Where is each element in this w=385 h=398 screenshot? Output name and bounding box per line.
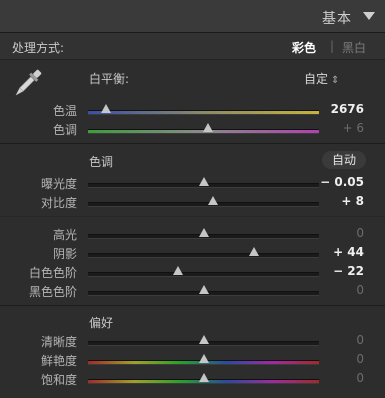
contrast-thumb[interactable] — [207, 196, 218, 205]
shadows-slider-row: 阴影 + 44 — [0, 243, 385, 263]
temp-track[interactable] — [88, 110, 319, 115]
white-balance-select[interactable]: 自定 ⇕ — [304, 70, 339, 87]
shadows-track[interactable] — [88, 253, 319, 258]
eyedropper-icon[interactable] — [12, 66, 42, 102]
temp-thumb[interactable] — [101, 104, 112, 113]
clarity-label: 清晰度 — [40, 335, 77, 349]
tint-slider-row: 色调 + 6 — [0, 119, 385, 139]
subsection-divider — [0, 216, 385, 217]
auto-tone-button[interactable]: 自动 — [322, 151, 366, 169]
clarity-slider-row: 清晰度 0 — [0, 331, 385, 351]
exposure-thumb[interactable] — [198, 177, 209, 186]
tint-thumb[interactable] — [203, 123, 214, 132]
temp-label: 色温 — [52, 104, 77, 118]
vibrance-thumb[interactable] — [198, 354, 209, 363]
saturation-thumb[interactable] — [198, 373, 209, 382]
shadows-label: 阴影 — [52, 247, 77, 261]
temp-slider-row: 色温 2676 — [0, 100, 385, 120]
tint-value[interactable]: + 6 — [342, 121, 364, 135]
blacks-value[interactable]: 0 — [356, 283, 364, 297]
whites-slider-row: 白色色阶 − 22 — [0, 262, 385, 282]
treatment-separator: | — [330, 39, 335, 53]
vibrance-slider-row: 鲜艳度 0 — [0, 350, 385, 370]
white-balance-label: 白平衡: — [89, 72, 130, 86]
contrast-slider-row: 对比度 + 8 — [0, 192, 385, 212]
highlights-label: 高光 — [52, 228, 77, 242]
highlights-thumb[interactable] — [198, 228, 209, 237]
treatment-row: 处理方式: 彩色 | 黑白 — [0, 33, 385, 60]
shadows-value[interactable]: + 44 — [333, 245, 364, 259]
select-arrows-icon: ⇕ — [331, 75, 340, 86]
contrast-value[interactable]: + 8 — [341, 194, 364, 208]
contrast-track[interactable] — [88, 202, 319, 207]
contrast-label: 对比度 — [40, 196, 77, 210]
exposure-value[interactable]: − 0.05 — [320, 175, 364, 189]
whites-thumb[interactable] — [173, 266, 184, 275]
whites-track[interactable] — [88, 272, 319, 277]
white-balance-value: 自定 — [304, 72, 329, 86]
tint-label: 色调 — [52, 123, 77, 137]
exposure-label: 曝光度 — [40, 177, 77, 191]
treatment-color-option[interactable]: 彩色 — [292, 39, 316, 56]
blacks-slider-row: 黑色色阶 0 — [0, 281, 385, 301]
section-divider — [0, 143, 385, 144]
saturation-label: 饱和度 — [40, 373, 77, 387]
section-divider — [0, 305, 385, 306]
clarity-thumb[interactable] — [198, 335, 209, 344]
whites-label: 白色色阶 — [28, 266, 77, 280]
highlights-value[interactable]: 0 — [356, 226, 364, 240]
saturation-slider-row: 饱和度 0 — [0, 369, 385, 389]
panel-title: 基本 — [322, 11, 352, 27]
panel-header[interactable]: 基本 — [0, 0, 385, 33]
clarity-value[interactable]: 0 — [356, 333, 364, 347]
highlights-slider-row: 高光 0 — [0, 224, 385, 244]
treatment-label: 处理方式: — [12, 41, 65, 55]
presence-title: 偏好 — [89, 316, 114, 330]
temp-value[interactable]: 2676 — [331, 102, 364, 116]
saturation-value[interactable]: 0 — [356, 371, 364, 385]
vibrance-value[interactable]: 0 — [356, 352, 364, 366]
whites-value[interactable]: − 22 — [333, 264, 364, 278]
tone-title: 色调 — [89, 155, 114, 169]
collapse-triangle-icon[interactable] — [363, 12, 375, 20]
vibrance-label: 鲜艳度 — [40, 354, 77, 368]
blacks-thumb[interactable] — [198, 285, 209, 294]
exposure-slider-row: 曝光度 − 0.05 — [0, 173, 385, 193]
treatment-bw-option[interactable]: 黑白 — [342, 39, 366, 56]
blacks-label: 黑色色阶 — [28, 285, 77, 299]
shadows-thumb[interactable] — [249, 247, 260, 256]
